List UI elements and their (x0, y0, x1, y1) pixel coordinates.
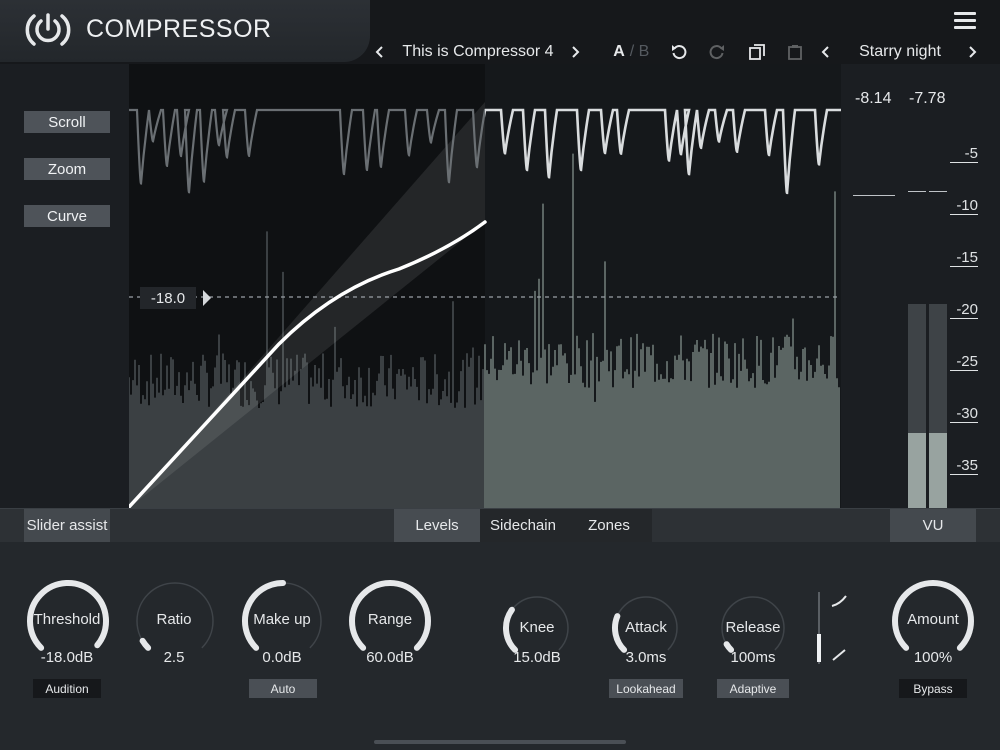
logo-icon (25, 13, 71, 46)
attack-label-text: Attack (625, 619, 667, 636)
theme-next-button[interactable] (962, 40, 982, 64)
auto-button[interactable]: Auto (249, 679, 317, 698)
menu-icon[interactable] (954, 12, 976, 30)
app-title: COMPRESSOR (86, 15, 272, 43)
scale-line (950, 422, 978, 423)
threshold-value: -18.0dB (40, 649, 94, 666)
threshold-label: -18.0 (140, 287, 196, 309)
scale-line (950, 318, 978, 319)
theme-name[interactable]: Starry night (848, 40, 952, 64)
amount-value: 100% (913, 649, 953, 666)
chevron-right-icon (572, 46, 580, 58)
scroll-button[interactable]: Scroll (24, 111, 110, 133)
slider-assist-button[interactable]: Slider assist (24, 509, 110, 542)
preset-name[interactable]: This is Compressor 4 (398, 40, 558, 64)
audition-button[interactable]: Audition (33, 679, 101, 698)
peak-hold-right-b (929, 191, 947, 192)
scale-line (950, 266, 978, 267)
header-bar: COMPRESSOR This is Compressor 4 A / B St… (0, 0, 1000, 64)
curve-button[interactable]: Curve (24, 205, 110, 227)
range-label-text: Range (367, 611, 413, 628)
ab-a-button[interactable]: A (610, 40, 628, 64)
chevron-right-icon (969, 46, 977, 58)
release-value: 100ms (730, 649, 776, 666)
tab-levels[interactable]: Levels (394, 509, 480, 542)
title-tab: COMPRESSOR (0, 0, 370, 62)
knee-value: 15.0dB (513, 649, 561, 666)
waveform-history (129, 231, 484, 508)
level-meter-right (929, 304, 947, 508)
home-indicator (374, 740, 626, 744)
knee-label-text: Knee (519, 619, 555, 636)
chevron-left-icon (821, 46, 829, 58)
level-meter-fill (908, 432, 926, 508)
bypass-button[interactable]: Bypass (899, 679, 967, 698)
scale-tick-label: -30 (956, 405, 978, 422)
undo-icon[interactable] (668, 40, 690, 64)
curve-mode-switch[interactable] (814, 590, 854, 666)
scale-tick-label: -20 (956, 301, 978, 318)
adaptive-button[interactable]: Adaptive (717, 679, 789, 698)
attack-value: 3.0ms (625, 649, 667, 666)
meter-readout-right: -7.78 (909, 90, 946, 107)
preset-prev-button[interactable] (370, 40, 390, 64)
chevron-left-icon (375, 46, 383, 58)
makeup-value: 0.0dB (262, 649, 302, 666)
peak-hold-left (853, 195, 895, 196)
theme-prev-button[interactable] (816, 40, 836, 64)
meter-readout-left: -8.14 (855, 90, 892, 107)
release-label-text: Release (725, 619, 781, 636)
tab-zones[interactable]: Zones (566, 509, 652, 542)
ratio-value: 2.5 (163, 649, 185, 666)
scale-tick-label: -15 (956, 249, 978, 266)
scale-line (950, 474, 978, 475)
scale-tick-label: -35 (956, 457, 978, 474)
scale-tick-label: -5 (964, 145, 978, 162)
ratio-label-text: Ratio (156, 611, 192, 628)
level-meter-left (908, 304, 926, 508)
paste-icon[interactable] (784, 40, 806, 64)
threshold-handle-icon[interactable] (202, 289, 212, 307)
knob-value-arc (139, 637, 152, 651)
threshold-label-text: Threshold (33, 611, 101, 628)
copy-icon[interactable] (746, 40, 768, 64)
peak-hold-right-a (908, 191, 926, 192)
scale-tick-label: -10 (956, 197, 978, 214)
waveform-bars (129, 231, 484, 508)
tab-sidechain[interactable]: Sidechain (480, 509, 566, 542)
lookahead-button[interactable]: Lookahead (609, 679, 683, 698)
scale-line (950, 214, 978, 215)
preset-next-button[interactable] (565, 40, 585, 64)
tab-bar: Slider assist Levels Sidechain Zones VU (0, 508, 1000, 542)
redo-icon[interactable] (706, 40, 728, 64)
vu-button[interactable]: VU (890, 509, 976, 542)
scale-tick-label: -25 (956, 353, 978, 370)
amount-label-text: Amount (907, 611, 959, 628)
graph-canvas (129, 64, 841, 508)
scale-line (950, 370, 978, 371)
range-value: 60.0dB (366, 649, 414, 666)
makeup-label-text: Make up (253, 611, 311, 628)
scale-line (950, 162, 978, 163)
zoom-button[interactable]: Zoom (24, 158, 110, 180)
level-meter-fill (929, 432, 947, 508)
waveform-graph[interactable] (129, 64, 841, 508)
ab-b-button[interactable]: B (636, 40, 652, 64)
